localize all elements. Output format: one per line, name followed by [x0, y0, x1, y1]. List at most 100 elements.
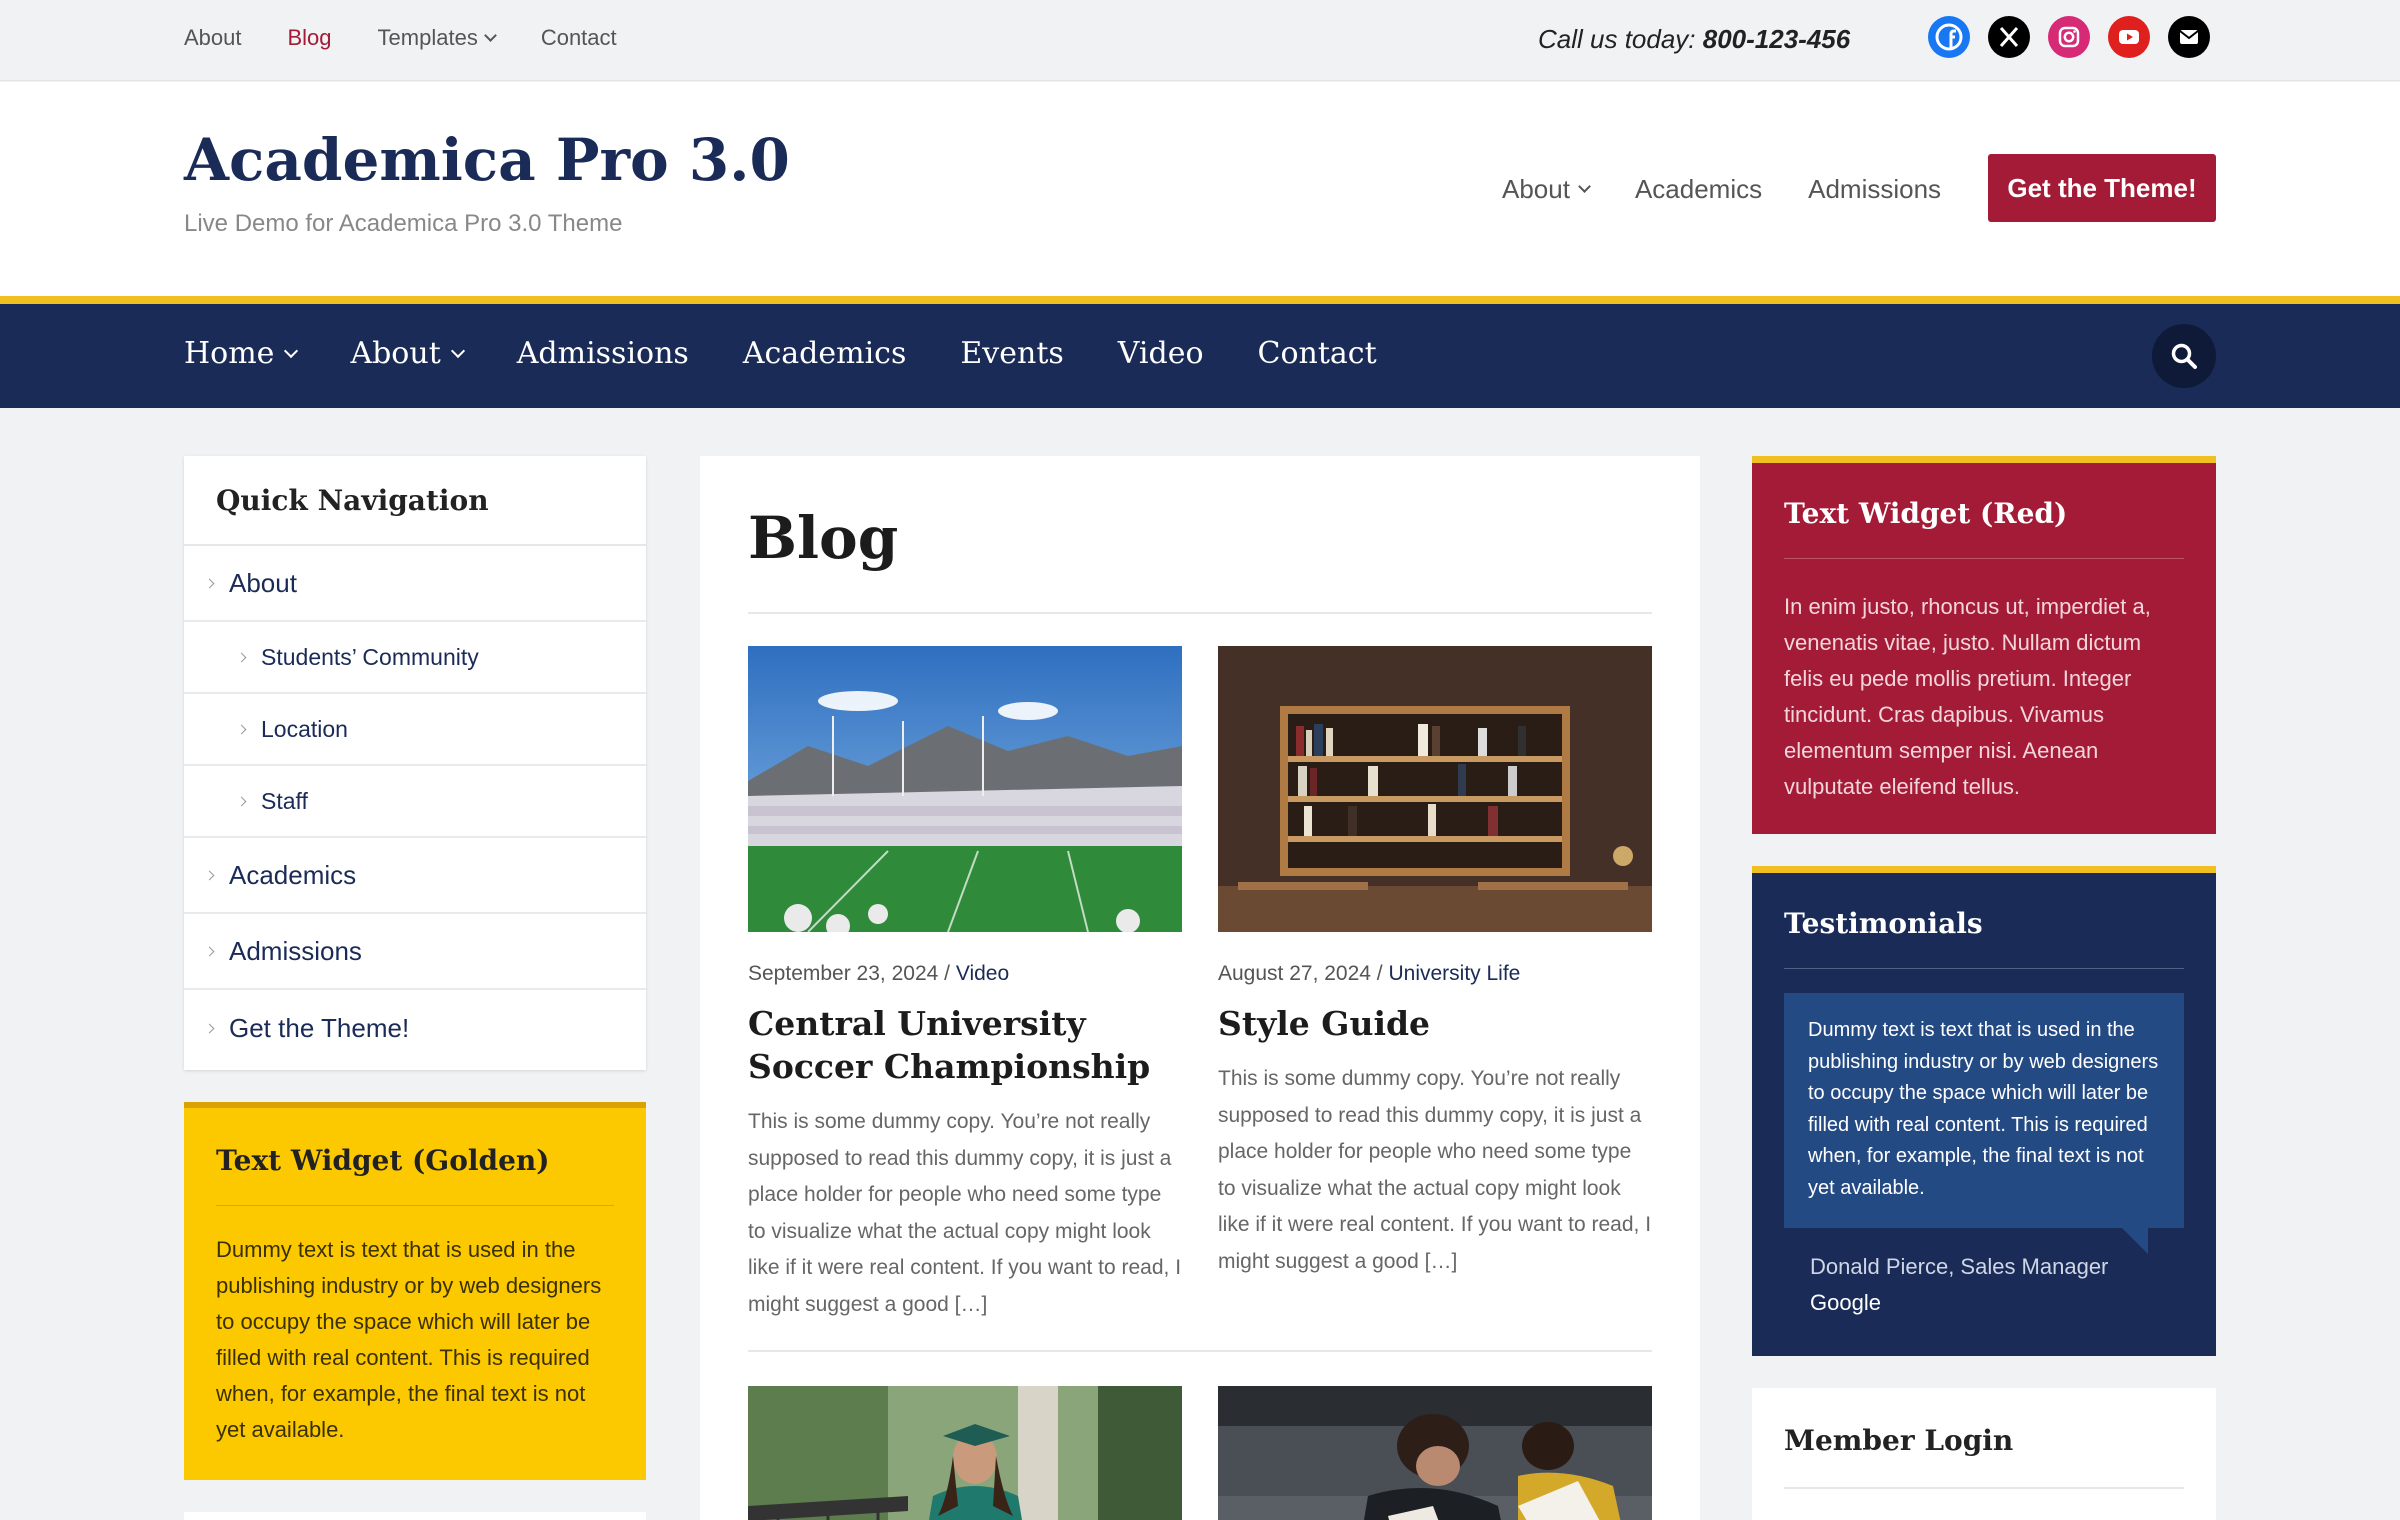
- post-meta: September 23, 2024 / Video: [748, 962, 1182, 986]
- get-theme-button[interactable]: Get the Theme!: [1988, 154, 2216, 222]
- divider: [748, 1350, 1652, 1352]
- site-title[interactable]: Academica Pro 3.0: [184, 126, 790, 194]
- blog-content: Blog September 23, 2024 / Video Central …: [700, 456, 1700, 1520]
- phone-number[interactable]: 800-123-456: [1703, 24, 1850, 54]
- top-nav-about-label: About: [184, 25, 242, 50]
- header-nav-about[interactable]: About: [1502, 174, 1591, 205]
- quicknav-item-get-theme[interactable]: Get the Theme!: [184, 990, 646, 1066]
- quicknav-item-staff[interactable]: Staff: [184, 766, 646, 838]
- testimonials-title: Testimonials: [1784, 907, 2184, 969]
- top-nav-about[interactable]: About: [184, 25, 242, 51]
- quicknav-item-label: Academics: [229, 859, 357, 890]
- golden-widget-title: Text Widget (Golden): [216, 1144, 614, 1206]
- quicknav-item-admissions[interactable]: Admissions: [184, 914, 646, 990]
- top-nav-contact[interactable]: Contact: [541, 25, 617, 51]
- post-date[interactable]: August 27, 2024: [1218, 962, 1371, 985]
- main-nav-about[interactable]: About: [350, 336, 465, 371]
- quicknav-item-location[interactable]: Location: [184, 694, 646, 766]
- header-nav: About Academics Admissions: [1502, 174, 1941, 205]
- quicknav-item-about[interactable]: About: [184, 546, 646, 622]
- member-login-title: Member Login: [1784, 1424, 2184, 1489]
- call-us-label: Call us today:: [1538, 24, 1696, 54]
- top-nav-contact-label: Contact: [540, 25, 617, 50]
- post-thumbnail-students[interactable]: [1218, 1386, 1652, 1520]
- top-nav: About Blog Templates Contact: [184, 25, 617, 51]
- red-widget-title: Text Widget (Red): [1784, 497, 2184, 559]
- main-nav-admissions[interactable]: Admissions: [517, 336, 689, 371]
- quicknav-item-label: Staff: [261, 787, 308, 814]
- post-thumbnail-stadium[interactable]: [748, 646, 1182, 932]
- meta-separator: /: [1370, 962, 1389, 985]
- blog-post: September 23, 2024 / Video Central Unive…: [748, 646, 1182, 1323]
- testimonial-quote: Dummy text is text that is used in the p…: [1784, 993, 2184, 1254]
- testimonials-widget: Testimonials Dummy text is text that is …: [1752, 866, 2216, 1356]
- quick-navigation-widget: Quick Navigation About Students’ Communi…: [184, 456, 646, 1070]
- main-nav-academics-label: Academics: [742, 336, 907, 371]
- post-date[interactable]: September 23, 2024: [748, 962, 938, 985]
- main-nav-home[interactable]: Home: [184, 336, 299, 371]
- main-nav-contact[interactable]: Contact: [1258, 336, 1377, 371]
- header-nav-admissions-label: Admissions: [1808, 174, 1942, 204]
- meta-separator: /: [938, 962, 956, 985]
- chevron-down-icon: [450, 343, 465, 358]
- youtube-icon[interactable]: [2108, 16, 2150, 58]
- quicknav-item-label: Get the Theme!: [229, 1012, 410, 1043]
- top-bar: About Blog Templates Contact Call us tod…: [0, 0, 2400, 81]
- header-nav-admissions[interactable]: Admissions: [1808, 174, 1941, 205]
- quicknav-item-academics[interactable]: Academics: [184, 838, 646, 914]
- quick-navigation-title: Quick Navigation: [184, 456, 646, 546]
- call-us: Call us today: 800-123-456: [1538, 24, 1850, 55]
- chevron-down-icon: [284, 343, 299, 358]
- golden-text-widget: Text Widget (Golden) Dummy text is text …: [184, 1102, 646, 1480]
- main-nav: Home About Admissions Academics Events V…: [0, 304, 2400, 408]
- post-category[interactable]: University Life: [1388, 962, 1520, 985]
- instagram-icon[interactable]: [2048, 16, 2090, 58]
- post-thumbnail-library[interactable]: [1218, 646, 1652, 932]
- next-widget: [184, 1512, 646, 1520]
- chevron-down-icon: [483, 28, 497, 42]
- header-nav-about-label: About: [1502, 174, 1570, 204]
- site-tagline: Live Demo for Academica Pro 3.0 Theme: [184, 210, 623, 237]
- testimonial-company: Google: [1810, 1290, 1881, 1315]
- post-title[interactable]: Style Guide: [1218, 1002, 1652, 1045]
- header-nav-academics[interactable]: Academics: [1635, 174, 1762, 205]
- chevron-right-icon: [204, 946, 215, 956]
- golden-widget-text: Dummy text is text that is used in the p…: [216, 1237, 602, 1442]
- chevron-right-icon: [236, 796, 247, 806]
- quicknav-item-label: Students’ Community: [261, 643, 479, 670]
- post-thumbnail-graduate[interactable]: [748, 1386, 1182, 1520]
- social-links: [1928, 16, 2210, 58]
- main-nav-about-label: About: [350, 336, 441, 371]
- main-nav-contact-label: Contact: [1257, 336, 1377, 371]
- mail-icon[interactable]: [2168, 16, 2210, 58]
- red-widget-text: In enim justo, rhoncus ut, imperdiet a, …: [1784, 594, 2151, 799]
- x-icon[interactable]: [1988, 16, 2030, 58]
- main-nav-events-label: Events: [960, 336, 1064, 371]
- chevron-right-icon: [204, 870, 215, 880]
- red-text-widget: Text Widget (Red) In enim justo, rhoncus…: [1752, 456, 2216, 834]
- quicknav-item-students-community[interactable]: Students’ Community: [184, 622, 646, 694]
- quicknav-item-label: Admissions: [229, 935, 362, 966]
- top-nav-templates[interactable]: Templates: [378, 25, 497, 51]
- facebook-icon[interactable]: [1928, 16, 1970, 58]
- member-login-widget: Member Login: [1752, 1388, 2216, 1520]
- main-nav-academics[interactable]: Academics: [743, 336, 907, 371]
- chevron-right-icon: [236, 724, 247, 734]
- post-excerpt: This is some dummy copy. You’re not real…: [1218, 1067, 1652, 1273]
- post-title[interactable]: Central University Soccer Championship: [748, 1002, 1182, 1088]
- main-nav-events[interactable]: Events: [960, 336, 1063, 371]
- quicknav-item-label: About: [229, 567, 297, 598]
- post-meta: August 27, 2024 / University Life: [1218, 962, 1652, 986]
- post-category[interactable]: Video: [956, 962, 1009, 985]
- chevron-right-icon: [204, 1023, 215, 1033]
- top-nav-blog[interactable]: Blog: [288, 25, 332, 51]
- divider: [748, 612, 1652, 614]
- blog-post: August 27, 2024 / University Life Style …: [1218, 646, 1652, 1280]
- main-nav-video[interactable]: Video: [1118, 336, 1204, 371]
- search-button[interactable]: [2152, 324, 2216, 388]
- header-nav-academics-label: Academics: [1634, 174, 1763, 204]
- main-nav-video-label: Video: [1117, 336, 1204, 371]
- site-header: Academica Pro 3.0 Live Demo for Academic…: [0, 82, 2400, 296]
- search-icon: [2171, 343, 2197, 369]
- testimonial-author: Donald Pierce, Sales Manager: [1810, 1254, 2109, 1279]
